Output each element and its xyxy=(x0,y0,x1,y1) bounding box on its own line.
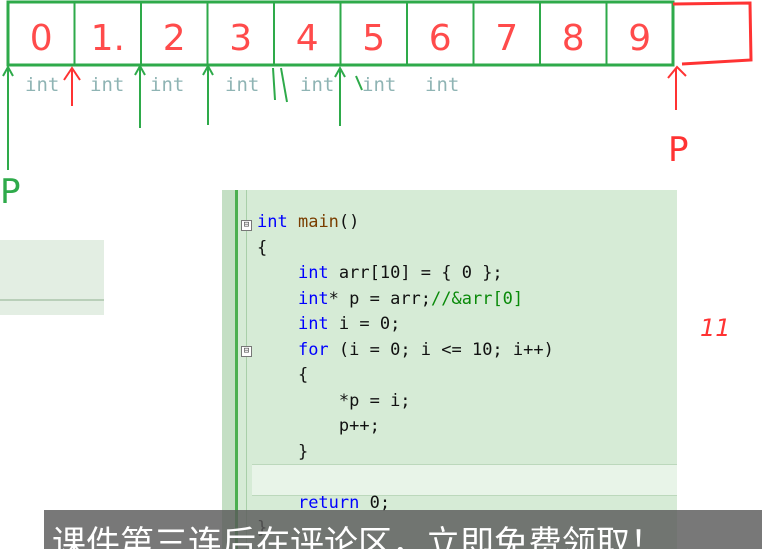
int-label: int xyxy=(225,74,260,96)
cell-dividers xyxy=(73,3,608,64)
code-token: (i = 0; i <= 10; i++) xyxy=(328,339,554,360)
code-token: * p = arr; xyxy=(328,288,432,309)
fold-toggle-icon[interactable]: ⊟ xyxy=(241,220,252,231)
array-cell-value: 4 xyxy=(296,18,319,59)
code-line[interactable]: { xyxy=(257,365,308,385)
code-line[interactable]: for (i = 0; i <= 10; i++) xyxy=(257,340,554,360)
code-token: arr[10] = { 0 }; xyxy=(328,263,503,283)
code-keyword: int xyxy=(297,263,329,283)
code-token: i = 0; xyxy=(328,314,401,334)
array-cell-value: 9 xyxy=(628,18,651,59)
subtitle-text: 课件第三连后在评论区，立即免费领取！ xyxy=(52,524,664,549)
subtitle-banner: 课件第三连后在评论区，立即免费领取！ xyxy=(44,510,762,549)
fold-guide xyxy=(246,190,247,549)
change-marker-bar xyxy=(235,190,238,549)
code-line[interactable]: } xyxy=(257,442,308,462)
code-token: () xyxy=(338,212,360,232)
int-label: int xyxy=(362,74,397,96)
array-cell-value: 6 xyxy=(429,18,452,59)
int-label: int xyxy=(425,74,460,96)
code-token: } xyxy=(297,441,309,462)
array-cell-value: 1. xyxy=(91,18,125,59)
code-line[interactable]: { xyxy=(257,238,267,258)
code-token: p++; xyxy=(338,416,380,436)
editor-gutter xyxy=(222,190,235,549)
side-note-eleven: 11 xyxy=(700,314,731,342)
code-line[interactable]: int arr[10] = { 0 }; xyxy=(257,263,503,283)
code-token: { xyxy=(297,365,309,385)
code-keyword: int xyxy=(297,314,329,334)
code-line[interactable]: p++; xyxy=(257,416,380,436)
int-label: int xyxy=(25,74,60,96)
pointer-label-end: P xyxy=(668,130,689,170)
pointer-label-start: P xyxy=(0,172,21,212)
out-of-bounds-cell xyxy=(672,1,753,66)
background-window-fragment xyxy=(0,240,104,315)
code-line[interactable]: int* p = arr;//&arr[0] xyxy=(257,289,523,309)
code-line[interactable]: int i = 0; xyxy=(257,314,400,334)
code-comment: //&arr[0] xyxy=(431,288,524,309)
int-label: int xyxy=(90,74,125,96)
code-editor[interactable]: ⊟ ⊟ int main() { int arr[10] = { 0 }; int… xyxy=(222,190,677,549)
array-cell-value: 2 xyxy=(163,18,186,59)
array-cell-value: 5 xyxy=(362,18,385,59)
panel-divider xyxy=(0,299,104,301)
int-label: int xyxy=(150,74,185,96)
code-token: *p = i; xyxy=(338,390,411,411)
fold-toggle-icon[interactable]: ⊟ xyxy=(241,346,252,357)
code-keyword: int xyxy=(297,288,329,309)
code-line[interactable]: *p = i; xyxy=(257,391,411,411)
current-line-highlight xyxy=(252,464,677,496)
int-label: int xyxy=(300,74,335,96)
code-token: { xyxy=(257,237,268,258)
code-line[interactable]: int main() xyxy=(257,212,359,232)
array-cell-value: 7 xyxy=(495,18,518,59)
array-cell-value: 8 xyxy=(562,18,585,59)
code-keyword: int xyxy=(257,212,288,232)
code-function-name: main xyxy=(297,212,339,232)
code-keyword: for xyxy=(297,339,329,360)
array-cell-value: 3 xyxy=(229,18,252,59)
array-cell-value: 0 xyxy=(30,18,53,59)
